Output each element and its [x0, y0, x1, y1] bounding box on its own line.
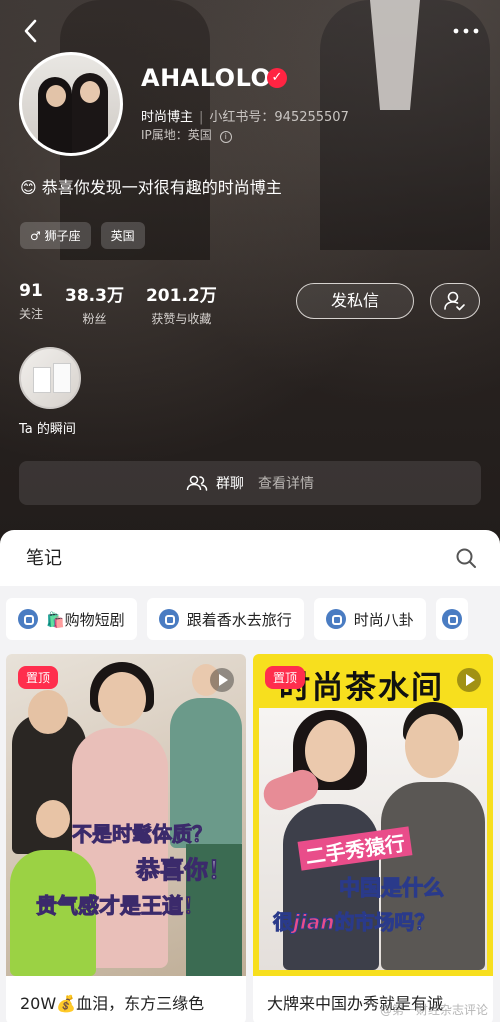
avatar[interactable]	[19, 52, 123, 156]
moment-label: Ta 的瞬间	[19, 422, 76, 437]
follow-button[interactable]	[430, 283, 480, 319]
video-play-icon	[210, 668, 234, 692]
group-chat-label: 群聊	[216, 476, 244, 492]
more-dots-icon	[453, 28, 479, 34]
group-users-icon	[186, 475, 208, 491]
profile-stats: 91 关注 38.3万 粉丝 201.2万 获赞与收藏	[19, 281, 217, 327]
watermark: @第一财经杂志评论	[379, 1003, 488, 1017]
chip-more[interactable]	[435, 598, 468, 640]
tag-location: 英国	[100, 222, 145, 249]
cover-text: 恭喜你！	[136, 856, 233, 885]
more-button[interactable]	[446, 14, 486, 48]
pinned-badge: 置顶	[265, 666, 306, 689]
stat-following[interactable]: 91 关注	[19, 281, 43, 327]
note-caption: 20W💰血泪，东方三缘色	[20, 994, 205, 1013]
cover-text: 贵气感才是王道！	[36, 894, 205, 919]
collection-icon	[441, 609, 462, 629]
stat-likes-collects[interactable]: 201.2万 获赞与收藏	[146, 281, 217, 327]
profile-meta: 时尚博主 | 小红书号：945255507	[141, 110, 349, 125]
note-card[interactable]: 不是时髦体质？ 恭喜你！ 贵气感才是王道！ 置顶 20W💰血泪，东方三缘色	[6, 654, 246, 1022]
moment-thumbnail[interactable]	[19, 347, 81, 409]
collection-icon	[325, 609, 346, 629]
verified-badge-icon: ✓	[267, 68, 287, 88]
profile-name: AHALOLO	[141, 64, 272, 92]
profile-header: AHALOLO ✓ 时尚博主 | 小红书号：945255507 IP属地：英国 i 😊…	[0, 0, 500, 545]
cover-text: 不是时髦体质？	[72, 822, 213, 847]
ip-location-text: IP属地：英国	[141, 128, 212, 142]
note-card[interactable]: 时尚茶水间 二手秀猿行 中国是什么 很jian的市场吗？ 置顶 大牌来中国办秀就…	[253, 654, 493, 1022]
note-cover: 不是时髦体质？ 恭喜你！ 贵气感才是王道！	[6, 654, 246, 976]
cover-text: 很jian的市场吗？	[273, 910, 435, 935]
chip-perfume-travel[interactable]: 跟着香水去旅行	[146, 598, 304, 640]
user-check-icon	[444, 291, 465, 311]
ip-location: IP属地：英国 i	[141, 126, 232, 143]
message-button[interactable]: 发私信	[296, 283, 414, 319]
collection-icon	[18, 609, 38, 629]
profile-tags: ♂ 狮子座 英国	[20, 222, 145, 249]
profile-role: 时尚博主	[141, 110, 194, 125]
note-cover: 时尚茶水间 二手秀猿行 中国是什么 很jian的市场吗？	[253, 654, 493, 976]
stat-followers[interactable]: 38.3万 粉丝	[65, 281, 124, 327]
info-icon[interactable]: i	[219, 131, 232, 143]
group-chat-detail: 查看详情	[258, 476, 314, 492]
chip-fashion-gossip[interactable]: 时尚八卦	[313, 598, 426, 640]
notes-panel: 笔记 🛍️购物短剧 跟着香水去旅行 时尚八卦 不是时髦体质？ 恭喜你！ 贵气感才…	[0, 530, 500, 1022]
profile-id[interactable]: 小红书号：945255507	[209, 110, 348, 125]
notes-tab-title[interactable]: 笔记	[26, 544, 62, 570]
collection-chips: 🛍️购物短剧 跟着香水去旅行 时尚八卦	[6, 598, 468, 640]
search-icon[interactable]	[454, 546, 478, 570]
group-chat-bar[interactable]: 群聊 查看详情	[19, 461, 481, 505]
video-play-icon	[457, 668, 481, 692]
tag-zodiac: ♂ 狮子座	[20, 222, 91, 249]
back-arrow-icon	[24, 19, 37, 43]
top-bar	[0, 10, 500, 50]
pinned-badge: 置顶	[18, 666, 59, 689]
back-button[interactable]	[14, 14, 48, 48]
profile-bio: 😊 恭喜你发现一对很有趣的时尚博主	[20, 178, 282, 197]
collection-icon	[158, 609, 179, 629]
cover-text: 中国是什么	[339, 876, 445, 901]
chip-shopping-drama[interactable]: 🛍️购物短剧	[6, 598, 137, 640]
